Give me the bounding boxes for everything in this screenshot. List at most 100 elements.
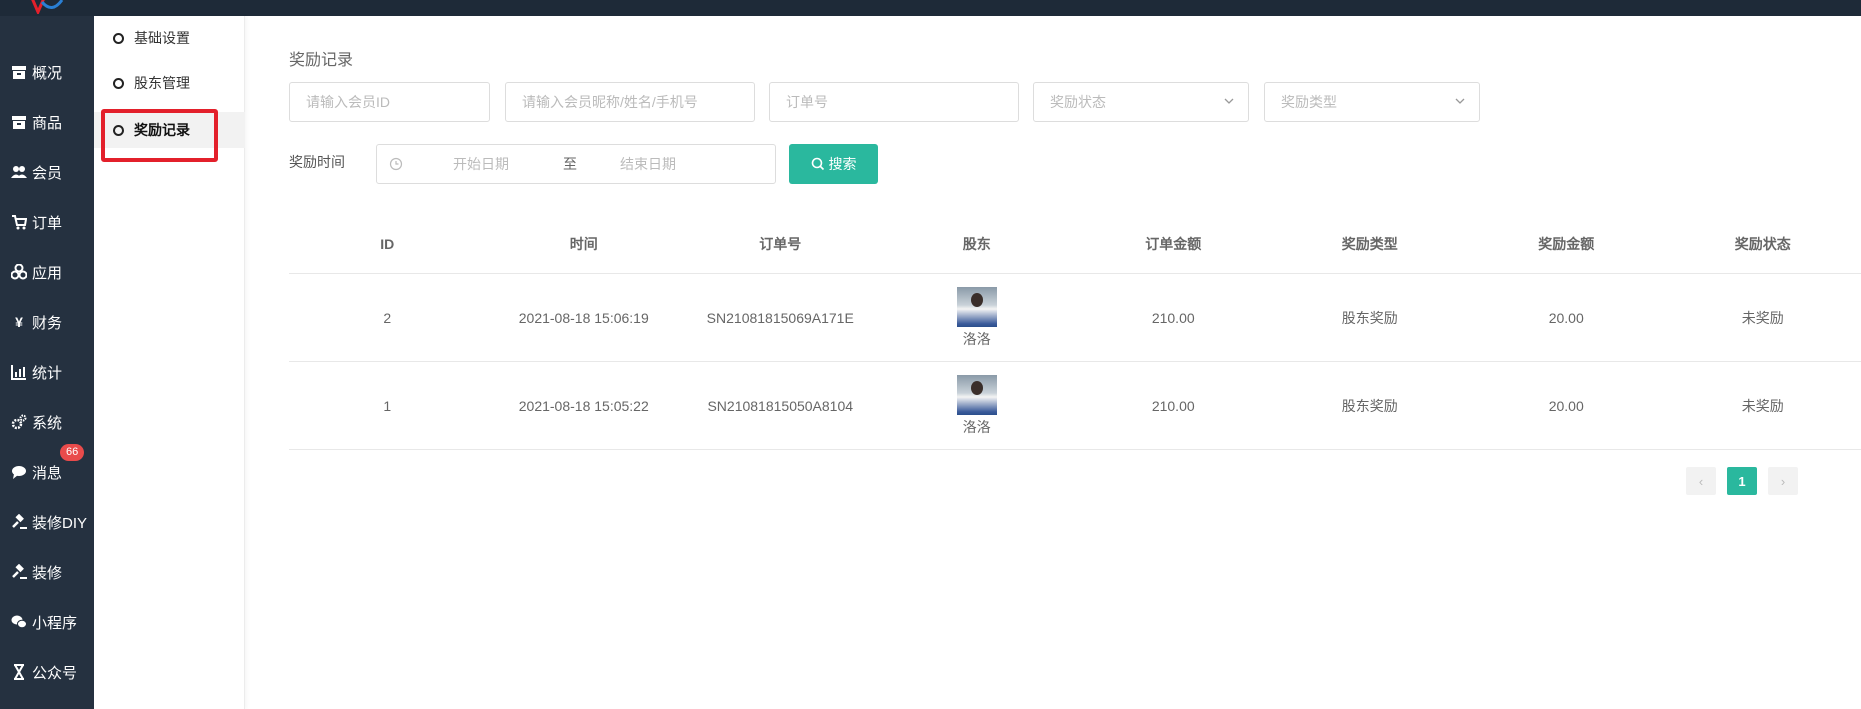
hourglass-icon [10, 663, 28, 681]
nav-item-orders[interactable]: 订单 [0, 197, 94, 247]
nav-item-goods[interactable]: 商品 [0, 97, 94, 147]
cart-icon [10, 213, 28, 231]
shareholder-name: 洛洛 [962, 330, 991, 347]
nav-item-label: 会员 [32, 164, 63, 182]
cell-order-amount: 210.00 [1151, 309, 1195, 326]
reward-time-label: 奖励时间 [289, 154, 345, 170]
nav-item-label: 订单 [32, 214, 63, 232]
nav-item-label: 系统 [32, 414, 63, 432]
gavel-icon [10, 513, 28, 531]
column-header: 订单金额 [1145, 235, 1202, 252]
column-header: 奖励状态 [1734, 235, 1791, 252]
clock-icon [389, 157, 403, 171]
subnav-item-label: 基础设置 [134, 30, 190, 46]
start-date-input[interactable]: 开始日期 [453, 154, 509, 174]
subnav-item-basic-settings[interactable]: 基础设置 [94, 20, 245, 56]
member-info-placeholder: 请输入会员昵称/姓名/手机号 [522, 94, 698, 110]
nav-item-label: 应用 [32, 264, 63, 282]
nav-item-mini-program[interactable]: 小程序 [0, 597, 94, 647]
next-page-button[interactable]: › [1768, 467, 1798, 495]
cell-reward-status: 未奖励 [1741, 397, 1784, 414]
end-date-input[interactable]: 结束日期 [620, 154, 676, 174]
cell-time: 2021-08-18 15:06:19 [518, 309, 649, 326]
nav-item-label: 装修 [32, 564, 63, 582]
nav-item-label: 统计 [32, 364, 63, 382]
nav-item-messages[interactable]: 消息 66 [0, 444, 94, 497]
column-header: 奖励金额 [1538, 235, 1595, 252]
cell-id: 2 [383, 309, 392, 326]
nav-item-label: 小程序 [32, 614, 78, 632]
reward-status-select[interactable]: 奖励状态 [1033, 82, 1249, 122]
cell-shareholder: 洛洛 [879, 374, 1076, 437]
reward-type-placeholder: 奖励类型 [1281, 94, 1337, 110]
cell-shareholder: 洛洛 [879, 286, 1076, 349]
column-header: ID [380, 235, 395, 252]
chat-icon [10, 463, 28, 481]
search-button[interactable]: 搜索 [789, 144, 878, 184]
nav-item-overview[interactable]: 概况 [0, 47, 94, 97]
nav-item-label: 消息 [32, 464, 63, 482]
date-range-picker[interactable]: 开始日期 至 结束日期 [376, 144, 776, 184]
nav-item-statistics[interactable]: 统计 [0, 347, 94, 397]
member-id-input[interactable]: 请输入会员ID [289, 82, 490, 122]
member-id-placeholder: 请输入会员ID [306, 94, 390, 110]
column-header: 时间 [569, 235, 598, 252]
table-row: 2 2021-08-18 15:06:19 SN21081815069A171E… [289, 274, 1861, 362]
cell-order-amount: 210.00 [1151, 397, 1195, 414]
users-icon [10, 163, 28, 181]
column-header: 订单号 [759, 235, 802, 252]
highlight-annotation [101, 109, 218, 162]
reward-status-placeholder: 奖励状态 [1050, 94, 1106, 110]
cell-order-no: SN21081815050A8104 [707, 397, 854, 414]
subnav-item-label: 股东管理 [134, 75, 190, 91]
page-1-button[interactable]: 1 [1727, 467, 1757, 495]
wechat-icon [10, 613, 28, 631]
reward-records-table: ID 时间 订单号 股东 订单金额 奖励类型 奖励金额 奖励状态 2 2021-… [289, 214, 1861, 450]
circle-icon [113, 32, 124, 44]
table-header: ID 时间 订单号 股东 订单金额 奖励类型 奖励金额 奖励状态 [289, 214, 1861, 274]
subnav-item-shareholder-management[interactable]: 股东管理 [94, 65, 245, 101]
nav-item-members[interactable]: 会员 [0, 147, 94, 197]
cell-reward-amount: 20.00 [1548, 309, 1584, 326]
page-title: 奖励记录 [289, 52, 354, 69]
nav-item-apps[interactable]: 应用 [0, 247, 94, 297]
archive-icon [10, 63, 28, 81]
cell-id: 1 [383, 397, 392, 414]
nav-item-finance[interactable]: ¥ 财务 [0, 297, 94, 347]
nav-item-official-account[interactable]: 公众号 [0, 647, 94, 697]
date-separator: 至 [563, 156, 577, 172]
chevron-down-icon [1224, 98, 1234, 104]
nav-item-label: 财务 [32, 314, 63, 332]
gears-icon [10, 413, 28, 431]
reward-type-select[interactable]: 奖励类型 [1264, 82, 1480, 122]
unread-badge: 66 [60, 444, 85, 461]
nav-item-system[interactable]: 系统 [0, 397, 94, 447]
cell-time: 2021-08-18 15:05:22 [518, 397, 649, 414]
table-row: 1 2021-08-18 15:05:22 SN21081815050A8104… [289, 362, 1861, 450]
order-no-placeholder: 订单号 [786, 94, 828, 110]
nav-item-label: 装修DIY [32, 514, 88, 532]
cell-order-no: SN21081815069A171E [706, 309, 854, 326]
prev-page-button[interactable]: ‹ [1686, 467, 1716, 495]
nav-item-label: 公众号 [32, 664, 78, 682]
bar-chart-icon [10, 363, 28, 381]
archive-icon [10, 113, 28, 131]
column-header: 奖励类型 [1341, 235, 1398, 252]
order-no-input[interactable]: 订单号 [769, 82, 1019, 122]
cell-reward-amount: 20.00 [1548, 397, 1584, 414]
search-button-label: 搜索 [828, 156, 857, 172]
column-header: 股东 [962, 235, 991, 252]
yen-icon: ¥ [15, 314, 23, 330]
gavel-icon [10, 563, 28, 581]
nav-item-decoration-diy[interactable]: 装修DIY [0, 497, 94, 547]
member-info-input[interactable]: 请输入会员昵称/姓名/手机号 [505, 82, 755, 122]
avatar [956, 374, 997, 415]
nav-item-decoration[interactable]: 装修 [0, 547, 94, 597]
circle-icon [113, 77, 124, 89]
chevron-down-icon [1455, 98, 1465, 104]
cell-reward-type: 股东奖励 [1341, 397, 1398, 414]
nav-item-label: 商品 [32, 114, 63, 132]
search-icon [811, 157, 824, 171]
cell-reward-type: 股东奖励 [1341, 309, 1398, 326]
main-content: 奖励记录 请输入会员ID 请输入会员昵称/姓名/手机号 订单号 奖励状态 奖励类… [245, 16, 1861, 709]
